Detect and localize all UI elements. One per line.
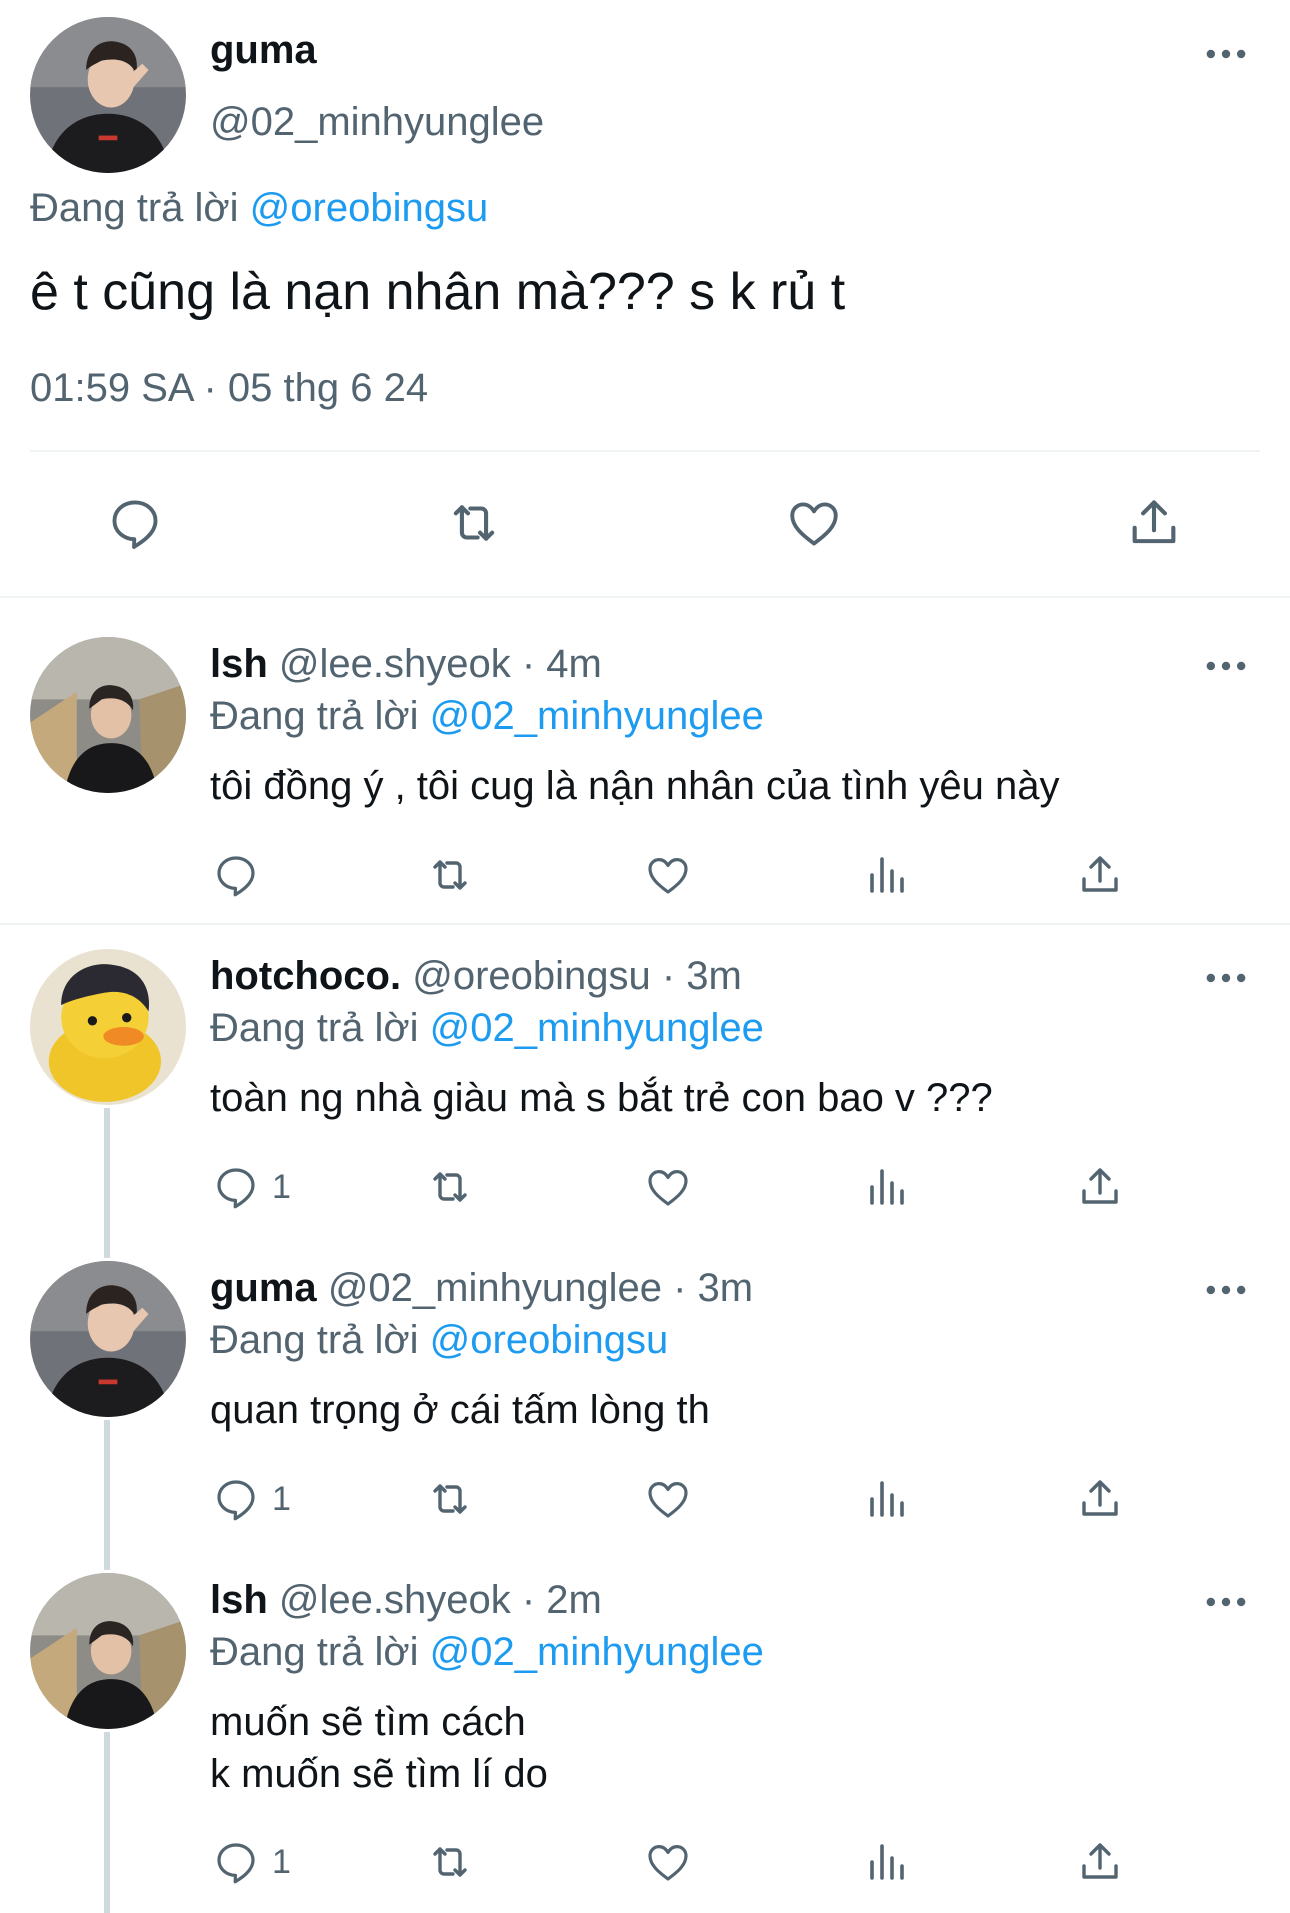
thread-line (104, 1732, 110, 1913)
retweet-icon[interactable] (426, 851, 474, 899)
replying-prefix: Đang trả lời (30, 186, 250, 230)
reply-count: 1 (272, 1168, 291, 1206)
author-name[interactable]: hotchoco. (210, 954, 401, 998)
author-handle[interactable]: @02_minhyunglee (210, 100, 544, 145)
retweet-icon[interactable] (426, 1838, 474, 1886)
reply-header: lsh @lee.shyeok · 2m (210, 1578, 602, 1623)
avatar[interactable] (30, 949, 186, 1105)
replying-prefix: Đang trả lời (210, 1318, 430, 1362)
heart-icon[interactable] (644, 1163, 692, 1211)
views-icon[interactable] (862, 1838, 910, 1886)
share-icon[interactable] (1076, 1838, 1124, 1886)
heart-icon[interactable] (644, 1838, 692, 1886)
mention-link[interactable]: @02_minhyunglee (430, 1006, 764, 1050)
reply-icon[interactable] (212, 1163, 260, 1211)
avatar[interactable] (30, 637, 186, 793)
more-icon[interactable] (1205, 972, 1247, 984)
avatar[interactable] (30, 1261, 186, 1417)
replying-prefix: Đang trả lời (210, 1630, 430, 1674)
mention-link[interactable]: @02_minhyunglee (430, 694, 764, 738)
author-name[interactable]: guma (210, 28, 317, 73)
avatar[interactable] (30, 1573, 186, 1729)
thread-line (104, 1420, 110, 1570)
mention-link[interactable]: @02_minhyunglee (430, 1630, 764, 1674)
share-icon[interactable] (1076, 1163, 1124, 1211)
retweet-icon[interactable] (445, 494, 503, 552)
mention-link[interactable]: @oreobingsu (430, 1318, 669, 1362)
author-handle[interactable]: @oreobingsu · 3m (412, 954, 742, 998)
reply-icon[interactable] (106, 494, 164, 552)
replying-prefix: Đang trả lời (210, 1006, 430, 1050)
author-handle[interactable]: @lee.shyeok · 2m (279, 1578, 602, 1622)
replying-to: Đang trả lời @oreobingsu (210, 1318, 668, 1363)
views-icon[interactable] (862, 1475, 910, 1523)
more-icon[interactable] (1205, 660, 1247, 672)
replying-prefix: Đang trả lời (210, 694, 430, 738)
reply-icon[interactable] (212, 851, 260, 899)
reply-header: lsh @lee.shyeok · 4m (210, 642, 602, 687)
tweet-text: muốn sẽ tìm cách k muốn sẽ tìm lí do (210, 1700, 548, 1796)
reply-count: 1 (272, 1480, 291, 1518)
views-icon[interactable] (862, 1163, 910, 1211)
divider (30, 450, 1260, 452)
divider (0, 923, 1290, 925)
reply-icon[interactable] (212, 1475, 260, 1523)
more-icon[interactable] (1205, 1596, 1247, 1608)
replying-to: Đang trả lời @02_minhyunglee (210, 1630, 764, 1675)
tweet-text: tôi đồng ý , tôi cug là nận nhân của tìn… (210, 764, 1060, 808)
heart-icon[interactable] (644, 851, 692, 899)
share-icon[interactable] (1076, 1475, 1124, 1523)
more-icon[interactable] (1205, 48, 1247, 60)
author-name[interactable]: lsh (210, 642, 268, 686)
replying-to: Đang trả lời @oreobingsu (30, 186, 488, 231)
tweet-text: ê t cũng là nạn nhân mà??? s k rủ t (30, 263, 846, 321)
replying-to: Đang trả lời @02_minhyunglee (210, 1006, 764, 1051)
author-handle[interactable]: @lee.shyeok · 4m (279, 642, 602, 686)
retweet-icon[interactable] (426, 1163, 474, 1211)
reply-header: guma @02_minhyunglee · 3m (210, 1266, 753, 1311)
author-handle[interactable]: @02_minhyunglee · 3m (328, 1266, 753, 1310)
divider (0, 596, 1290, 598)
heart-icon[interactable] (644, 1475, 692, 1523)
thread-line (104, 1108, 110, 1258)
heart-icon[interactable] (785, 494, 843, 552)
timestamp[interactable]: 01:59 SA · 05 thg 6 24 (30, 366, 428, 411)
reply-count: 1 (272, 1843, 291, 1881)
author-name[interactable]: guma (210, 1266, 317, 1310)
share-icon[interactable] (1125, 494, 1183, 552)
author-name[interactable]: lsh (210, 1578, 268, 1622)
avatar[interactable] (30, 17, 186, 173)
reply-icon[interactable] (212, 1838, 260, 1886)
retweet-icon[interactable] (426, 1475, 474, 1523)
reply-header: hotchoco. @oreobingsu · 3m (210, 954, 742, 999)
views-icon[interactable] (862, 851, 910, 899)
more-icon[interactable] (1205, 1284, 1247, 1296)
tweet-text: toàn ng nhà giàu mà s bắt trẻ con bao v … (210, 1076, 993, 1120)
main-tweet: guma @02_minhyunglee Đang trả lời @oreob… (0, 0, 1290, 598)
replying-to: Đang trả lời @02_minhyunglee (210, 694, 764, 739)
mention-link[interactable]: @oreobingsu (250, 186, 489, 230)
share-icon[interactable] (1076, 851, 1124, 899)
tweet-text: quan trọng ở cái tấm lòng th (210, 1388, 710, 1432)
